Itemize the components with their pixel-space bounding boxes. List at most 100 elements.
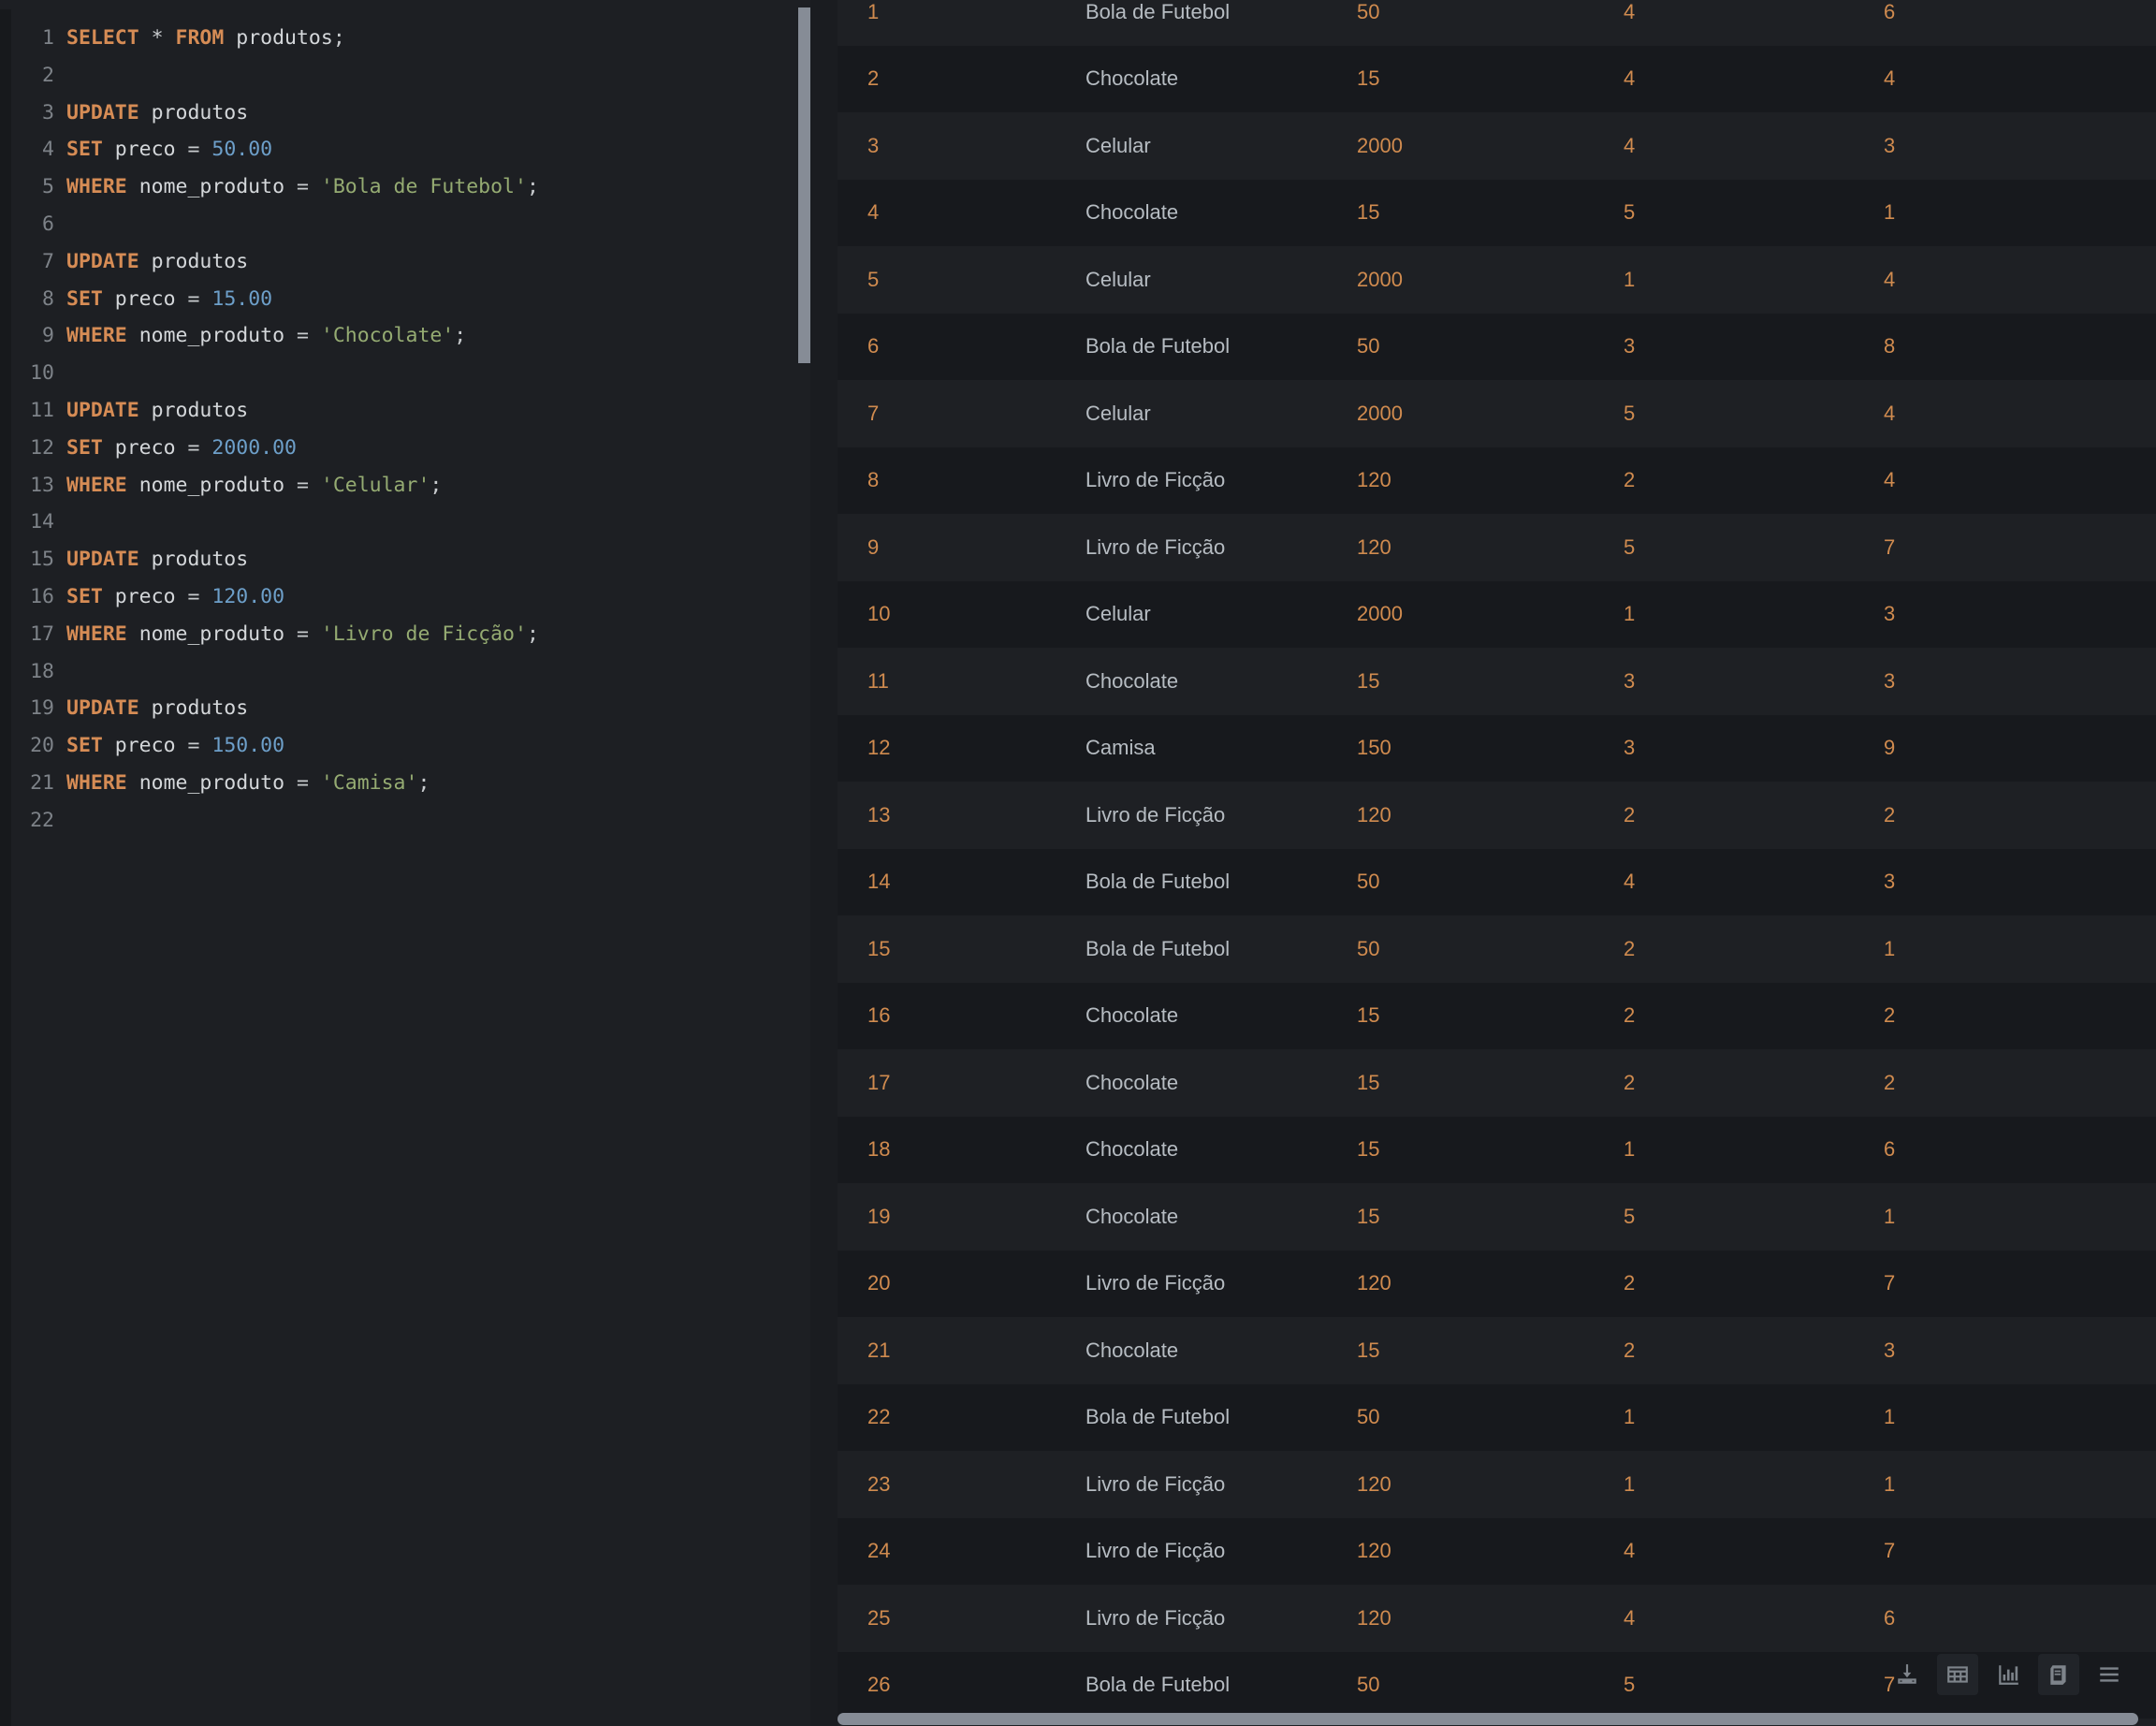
cell-col5[interactable]: 6 xyxy=(1884,1605,2146,1631)
cell-id[interactable]: 3 xyxy=(838,133,1085,159)
cell-preco[interactable]: 120 xyxy=(1357,1538,1624,1564)
cell-col4[interactable]: 3 xyxy=(1624,668,1884,695)
cell-col5[interactable]: 9 xyxy=(1884,735,2146,761)
cell-preco[interactable]: 50 xyxy=(1357,869,1624,895)
cell-nome-produto[interactable]: Livro de Ficção xyxy=(1085,1471,1357,1498)
cell-col5[interactable]: 4 xyxy=(1884,467,2146,493)
sql-editor-pane[interactable]: 1 SELECT * FROM produtos; 2 3 UPDATE produt… xyxy=(0,0,823,1726)
table-row[interactable]: 15 Bola de Futebol 50 2 1 xyxy=(838,915,2156,983)
cell-col5[interactable]: 3 xyxy=(1884,601,2146,627)
code-line[interactable]: 10 xyxy=(11,355,797,392)
cell-nome-produto[interactable]: Livro de Ficção xyxy=(1085,534,1357,561)
cell-col4[interactable]: 4 xyxy=(1624,869,1884,895)
code-line[interactable]: 19 UPDATE produtos xyxy=(11,690,797,727)
results-horizontal-scrollbar[interactable] xyxy=(838,1713,2156,1726)
code-line[interactable]: 15 UPDATE produtos xyxy=(11,541,797,578)
cell-col4[interactable]: 3 xyxy=(1624,333,1884,359)
cell-id[interactable]: 9 xyxy=(838,534,1085,561)
cell-preco[interactable]: 120 xyxy=(1357,467,1624,493)
download-icon[interactable] xyxy=(1886,1654,1928,1695)
table-row[interactable]: 18 Chocolate 15 1 6 xyxy=(838,1116,2156,1183)
table-row[interactable]: 21 Chocolate 15 2 3 xyxy=(838,1317,2156,1384)
cell-id[interactable]: 11 xyxy=(838,668,1085,695)
cell-nome-produto[interactable]: Camisa xyxy=(1085,735,1357,761)
sql-code-area[interactable]: 1 SELECT * FROM produtos; 2 3 UPDATE produt… xyxy=(11,9,797,840)
cell-id[interactable]: 23 xyxy=(838,1471,1085,1498)
cell-col4[interactable]: 5 xyxy=(1624,401,1884,427)
cell-id[interactable]: 6 xyxy=(838,333,1085,359)
code-line[interactable]: 2 xyxy=(11,57,797,95)
cell-nome-produto[interactable]: Celular xyxy=(1085,133,1357,159)
table-row[interactable]: 11 Chocolate 15 3 3 xyxy=(838,648,2156,715)
cell-col4[interactable]: 2 xyxy=(1624,467,1884,493)
cell-id[interactable]: 22 xyxy=(838,1404,1085,1430)
cell-id[interactable]: 18 xyxy=(838,1136,1085,1163)
cell-id[interactable]: 16 xyxy=(838,1002,1085,1029)
code-line[interactable]: 3 UPDATE produtos xyxy=(11,95,797,132)
cell-col4[interactable]: 2 xyxy=(1624,936,1884,962)
cell-col5[interactable]: 4 xyxy=(1884,66,2146,92)
table-row[interactable]: 1 Bola de Futebol 50 4 6 xyxy=(838,0,2156,46)
cell-id[interactable]: 10 xyxy=(838,601,1085,627)
cell-nome-produto[interactable]: Chocolate xyxy=(1085,1002,1357,1029)
cell-id[interactable]: 7 xyxy=(838,401,1085,427)
cell-col4[interactable]: 4 xyxy=(1624,133,1884,159)
cell-nome-produto[interactable]: Livro de Ficção xyxy=(1085,1270,1357,1296)
cell-id[interactable]: 19 xyxy=(838,1204,1085,1230)
cell-preco[interactable]: 50 xyxy=(1357,1404,1624,1430)
cell-nome-produto[interactable]: Bola de Futebol xyxy=(1085,0,1357,25)
book-icon[interactable] xyxy=(2038,1654,2079,1695)
cell-id[interactable]: 17 xyxy=(838,1070,1085,1096)
cell-nome-produto[interactable]: Bola de Futebol xyxy=(1085,869,1357,895)
cell-id[interactable]: 20 xyxy=(838,1270,1085,1296)
cell-col5[interactable]: 2 xyxy=(1884,802,2146,828)
cell-col4[interactable]: 2 xyxy=(1624,802,1884,828)
cell-nome-produto[interactable]: Livro de Ficção xyxy=(1085,1605,1357,1631)
cell-id[interactable]: 26 xyxy=(838,1672,1085,1698)
cell-col4[interactable]: 2 xyxy=(1624,1070,1884,1096)
grid-icon[interactable] xyxy=(1937,1654,1978,1695)
cell-col4[interactable]: 5 xyxy=(1624,1672,1884,1698)
cell-col5[interactable]: 4 xyxy=(1884,401,2146,427)
cell-id[interactable]: 25 xyxy=(838,1605,1085,1631)
code-line[interactable]: 16 SET preco = 120.00 xyxy=(11,578,797,616)
cell-col4[interactable]: 1 xyxy=(1624,1404,1884,1430)
cell-preco[interactable]: 120 xyxy=(1357,1270,1624,1296)
code-line[interactable]: 1 SELECT * FROM produtos; xyxy=(11,20,797,57)
cell-col5[interactable]: 7 xyxy=(1884,1538,2146,1564)
cell-nome-produto[interactable]: Bola de Futebol xyxy=(1085,333,1357,359)
cell-preco[interactable]: 15 xyxy=(1357,1136,1624,1163)
cell-preco[interactable]: 15 xyxy=(1357,1338,1624,1364)
editor-vertical-scrollbar[interactable] xyxy=(798,7,810,363)
cell-col4[interactable]: 2 xyxy=(1624,1338,1884,1364)
cell-col4[interactable]: 4 xyxy=(1624,1605,1884,1631)
cell-col5[interactable]: 1 xyxy=(1884,936,2146,962)
cell-col5[interactable]: 7 xyxy=(1884,534,2146,561)
cell-nome-produto[interactable]: Livro de Ficção xyxy=(1085,802,1357,828)
cell-col5[interactable]: 6 xyxy=(1884,1136,2146,1163)
cell-nome-produto[interactable]: Chocolate xyxy=(1085,668,1357,695)
cell-id[interactable]: 2 xyxy=(838,66,1085,92)
code-line[interactable]: 13 WHERE nome_produto = 'Celular'; xyxy=(11,467,797,505)
code-line[interactable]: 9 WHERE nome_produto = 'Chocolate'; xyxy=(11,317,797,355)
cell-id[interactable]: 21 xyxy=(838,1338,1085,1364)
cell-col5[interactable]: 2 xyxy=(1884,1070,2146,1096)
code-line[interactable]: 21 WHERE nome_produto = 'Camisa'; xyxy=(11,765,797,802)
cell-id[interactable]: 5 xyxy=(838,267,1085,293)
cell-nome-produto[interactable]: Celular xyxy=(1085,401,1357,427)
cell-col4[interactable]: 2 xyxy=(1624,1270,1884,1296)
table-row[interactable]: 24 Livro de Ficção 120 4 7 xyxy=(838,1517,2156,1585)
table-row[interactable]: 12 Camisa 150 3 9 xyxy=(838,714,2156,782)
cell-col5[interactable]: 3 xyxy=(1884,133,2146,159)
table-row[interactable]: 25 Livro de Ficção 120 4 6 xyxy=(838,1585,2156,1652)
cell-preco[interactable]: 15 xyxy=(1357,1002,1624,1029)
cell-col4[interactable]: 4 xyxy=(1624,0,1884,25)
hamburger-icon[interactable] xyxy=(2089,1654,2130,1695)
code-line[interactable]: 11 UPDATE produtos xyxy=(11,392,797,430)
code-line[interactable]: 18 xyxy=(11,653,797,691)
table-row[interactable]: 5 Celular 2000 1 4 xyxy=(838,246,2156,314)
cell-id[interactable]: 1 xyxy=(838,0,1085,25)
cell-nome-produto[interactable]: Chocolate xyxy=(1085,66,1357,92)
results-horizontal-scroll-thumb[interactable] xyxy=(838,1713,2138,1725)
cell-preco[interactable]: 50 xyxy=(1357,0,1624,25)
